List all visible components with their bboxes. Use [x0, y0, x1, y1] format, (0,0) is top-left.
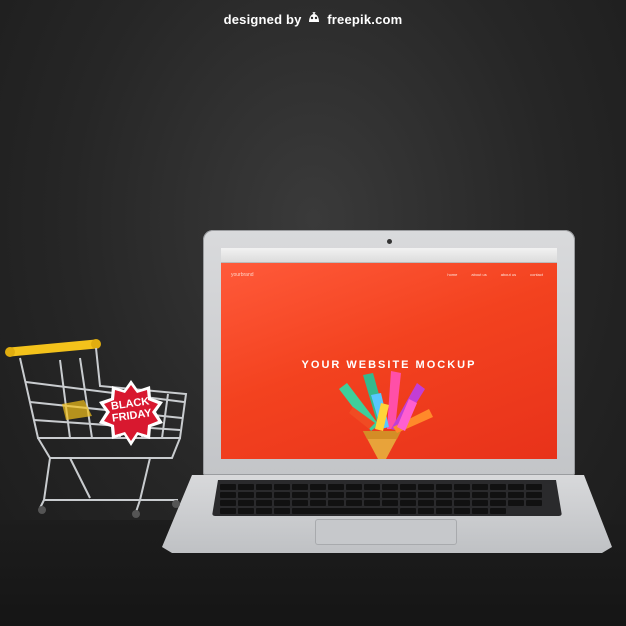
laptop-keyboard — [212, 480, 562, 516]
laptop-lid: yourbrand home about us about us contact… — [203, 230, 575, 475]
freepik-credit: designed by freepik.com — [0, 11, 626, 27]
website-mockup: yourbrand home about us about us contact… — [221, 263, 557, 459]
browser-toolbar — [221, 248, 557, 263]
product-mockup-scene: designed by freepik.com yourbrand home a… — [0, 0, 626, 626]
credit-prefix: designed by — [223, 12, 302, 27]
freepik-logo-icon — [307, 11, 321, 27]
confetti-cone-illustration — [339, 371, 433, 459]
key-row — [220, 492, 542, 498]
key-row — [220, 500, 542, 506]
laptop-screen: yourbrand home about us about us contact… — [221, 248, 557, 459]
laptop-trackpad — [315, 519, 457, 545]
key-row — [220, 484, 542, 490]
webcam-icon — [387, 239, 392, 244]
key-row — [220, 508, 506, 514]
black-friday-label: BLACK FRIDAY — [96, 378, 166, 448]
credit-brand: freepik.com — [327, 12, 403, 27]
